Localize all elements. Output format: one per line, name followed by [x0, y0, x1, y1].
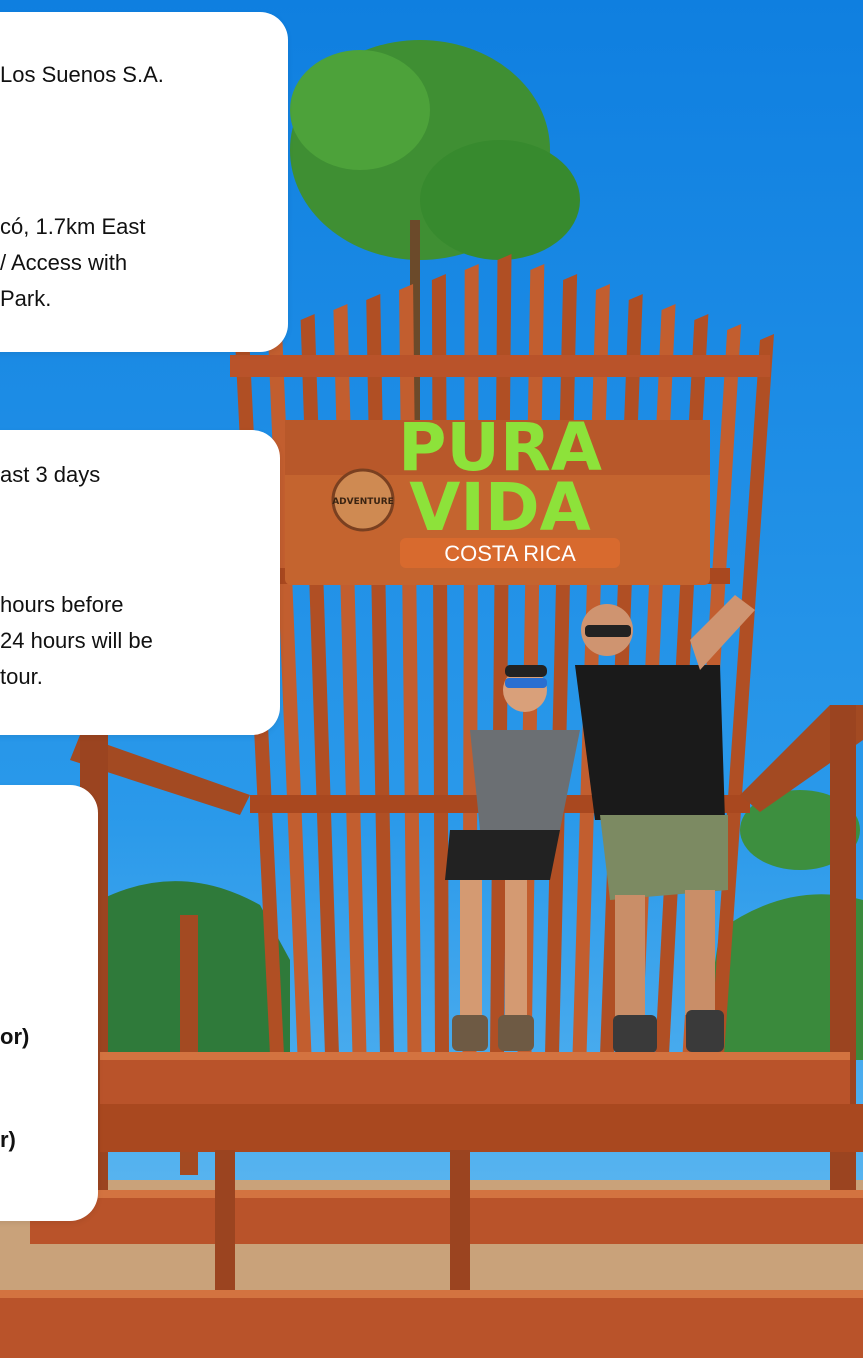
pura-vida-sign: PURA VIDA COSTA RICA ADVENTURE [285, 409, 710, 585]
sign-badge: ADVENTURE [332, 497, 394, 507]
card-text-address-2: / Access with [0, 250, 128, 275]
card-text-cancel-2: 24 hours will be [0, 628, 153, 653]
card-text-company: Los Suenos S.A. [0, 62, 164, 87]
sign-line-costa-rica: COSTA RICA [444, 541, 576, 566]
card-text-cancel-1: hours before [0, 592, 124, 617]
card-text-price-2: r) [0, 1127, 16, 1152]
card-text-price-1: or) [0, 1024, 30, 1049]
card-text-cancel-3: tour. [0, 664, 43, 689]
card-text-address-1: có, 1.7km East [0, 214, 146, 239]
info-card-location: Los Suenos S.A. có, 1.7km East / Access … [0, 12, 288, 352]
info-card-pricing: or) r) [0, 785, 98, 1221]
card-text-booking: ast 3 days [0, 462, 101, 487]
sign-line-vida: VIDA [409, 469, 591, 546]
card-text-address-3: Park. [0, 286, 52, 311]
info-card-policy: ast 3 days hours before 24 hours will be… [0, 430, 280, 735]
